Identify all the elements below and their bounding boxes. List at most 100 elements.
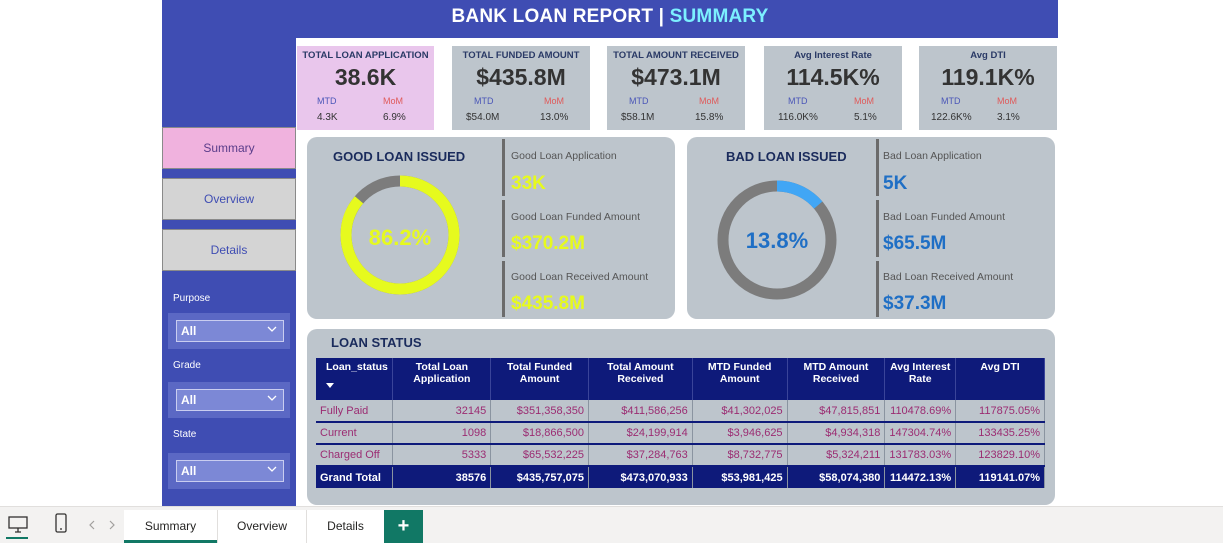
nav-button-details[interactable]: Details xyxy=(162,229,296,271)
filter-box-state: All xyxy=(168,453,290,489)
column-header-mtd-funded-amount[interactable]: MTD Funded Amount xyxy=(692,358,788,400)
good-loan-application-value: 33K xyxy=(511,173,546,194)
kpi-mtd-value: 116.0K% xyxy=(778,112,818,123)
bad-loan-title: BAD LOAN ISSUED xyxy=(726,149,847,164)
bad-loan-received-label: Bad Loan Received Amount xyxy=(883,271,1014,283)
chevron-right-icon[interactable] xyxy=(108,520,116,530)
table-row: Fully Paid 32145 $351,358,350 $411,586,2… xyxy=(316,400,1045,423)
kpi-label: Avg DTI xyxy=(970,50,1006,61)
state-dropdown[interactable]: All xyxy=(176,460,284,482)
table-cell: $4,934,318 xyxy=(787,422,886,445)
mobile-view-icon[interactable] xyxy=(55,513,67,533)
chevron-down-icon xyxy=(267,395,277,401)
stat-divider xyxy=(502,200,505,257)
kpi-mom-label: MoM xyxy=(383,96,403,106)
tab-overview[interactable]: Overview xyxy=(217,510,306,543)
column-header-avg-interest-rate[interactable]: Avg Interest Rate xyxy=(884,358,957,400)
page-tab-bar: Summary Overview Details + xyxy=(0,506,1223,543)
bad-loan-funded-label: Bad Loan Funded Amount xyxy=(883,211,1006,223)
bad-loan-funded-value: $65.5M xyxy=(883,233,947,254)
table-cell: $37,284,763 xyxy=(588,444,693,467)
kpi-mtd-value: $58.1M xyxy=(621,112,655,123)
good-loan-percent: 86.2% xyxy=(368,225,432,250)
table-cell: 147304.74% xyxy=(884,422,957,445)
desktop-view-icon[interactable] xyxy=(8,516,28,534)
bad-loan-percent: 13.8% xyxy=(745,228,809,253)
add-page-button[interactable]: + xyxy=(384,510,423,543)
kpi-mom-label: MoM xyxy=(544,96,564,106)
table-total-row: Grand Total 38576 $435,757,075 $473,070,… xyxy=(316,466,1045,488)
table-cell: 114472.13% xyxy=(884,466,957,488)
table-cell: 123829.10% xyxy=(955,444,1045,467)
good-loan-title: GOOD LOAN ISSUED xyxy=(333,149,466,164)
kpi-mom-label: MoM xyxy=(997,96,1017,106)
table-cell: $3,946,625 xyxy=(692,422,788,445)
filter-box-purpose: All xyxy=(168,313,290,349)
table-cell: 32145 xyxy=(392,400,492,423)
table-cell: 131783.03% xyxy=(884,444,957,467)
table-cell: $58,074,380 xyxy=(787,466,886,488)
tab-summary[interactable]: Summary xyxy=(124,510,217,543)
stat-divider xyxy=(876,139,879,196)
column-header-total-amount-received[interactable]: Total Amount Received xyxy=(588,358,693,400)
table-cell: $18,866,500 xyxy=(490,422,590,445)
tab-details[interactable]: Details xyxy=(306,510,384,543)
good-loan-received-label: Good Loan Received Amount xyxy=(511,271,649,283)
table-cell: 133435.25% xyxy=(955,422,1045,445)
nav-button-overview[interactable]: Overview xyxy=(162,178,296,220)
kpi-mtd-value: $54.0M xyxy=(466,112,500,123)
table-cell: $435,757,075 xyxy=(490,466,590,488)
table-cell: $65,532,225 xyxy=(490,444,590,467)
column-header-loan-status[interactable]: Loan_status xyxy=(316,358,394,400)
column-header-total-funded-amount[interactable]: Total Funded Amount xyxy=(490,358,590,400)
table-cell: 38576 xyxy=(392,466,492,488)
filter-label-purpose: Purpose xyxy=(173,293,211,304)
table-cell: 5333 xyxy=(392,444,492,467)
kpi-mtd-label: MTD xyxy=(317,96,337,106)
kpi-mtd-label: MTD xyxy=(629,96,649,106)
state-dropdown-value: All xyxy=(181,464,197,478)
column-header-total-loan-application[interactable]: Total Loan Application xyxy=(392,358,492,400)
kpi-mtd-label: MTD xyxy=(474,96,494,106)
table-cell: $473,070,933 xyxy=(588,466,693,488)
kpi-mom-value: 3.1% xyxy=(997,112,1020,123)
table-cell: 110478.69% xyxy=(884,400,957,423)
table-cell: $411,586,256 xyxy=(588,400,693,423)
table-cell: Fully Paid xyxy=(316,400,394,423)
nav-button-summary[interactable]: Summary xyxy=(162,127,296,169)
good-loan-funded-value: $370.2M xyxy=(511,233,585,254)
kpi-label: TOTAL AMOUNT RECEIVED xyxy=(613,50,739,61)
grade-dropdown-value: All xyxy=(181,393,197,407)
stat-divider xyxy=(502,261,505,317)
sort-down-icon xyxy=(326,383,334,388)
table-cell: $47,815,851 xyxy=(787,400,886,423)
canvas: BANK LOAN REPORT | SUMMARY Summary Overv… xyxy=(0,0,1223,543)
table-cell: Charged Off xyxy=(316,444,394,467)
kpi-card-total-loan-application: TOTAL LOAN APPLICATION 38.6K MTD MoM 4.3… xyxy=(297,46,434,130)
table-cell: $24,199,914 xyxy=(588,422,693,445)
kpi-card-total-funded-amount: TOTAL FUNDED AMOUNT $435.8M MTD MoM $54.… xyxy=(452,46,590,130)
table-cell: $351,358,350 xyxy=(490,400,590,423)
report-page: BANK LOAN REPORT | SUMMARY Summary Overv… xyxy=(162,0,1058,506)
kpi-mom-value: 13.0% xyxy=(540,112,569,123)
chevron-down-icon xyxy=(267,326,277,332)
grade-dropdown[interactable]: All xyxy=(176,389,284,411)
table-cell: 117875.05% xyxy=(955,400,1045,423)
filter-box-grade: All xyxy=(168,382,290,418)
good-loan-application-label: Good Loan Application xyxy=(511,150,617,162)
kpi-mtd-label: MTD xyxy=(788,96,808,106)
purpose-dropdown[interactable]: All xyxy=(176,320,284,342)
table-row: Charged Off 5333 $65,532,225 $37,284,763… xyxy=(316,444,1045,467)
stat-divider xyxy=(876,261,879,317)
table-cell: 119141.07% xyxy=(955,466,1045,488)
kpi-label: TOTAL FUNDED AMOUNT xyxy=(462,50,580,61)
column-header-mtd-amount-received[interactable]: MTD Amount Received xyxy=(787,358,886,400)
loan-status-title: LOAN STATUS xyxy=(331,335,422,350)
chevron-left-icon[interactable] xyxy=(88,520,96,530)
kpi-value: $435.8M xyxy=(476,64,566,90)
good-loan-panel: GOOD LOAN ISSUED 86.2% Good Loan Applica… xyxy=(307,137,675,319)
filter-label-grade: Grade xyxy=(173,360,201,371)
stat-divider xyxy=(876,200,879,257)
kpi-mom-value: 6.9% xyxy=(383,112,406,123)
column-header-avg-dti[interactable]: Avg DTI xyxy=(955,358,1045,400)
